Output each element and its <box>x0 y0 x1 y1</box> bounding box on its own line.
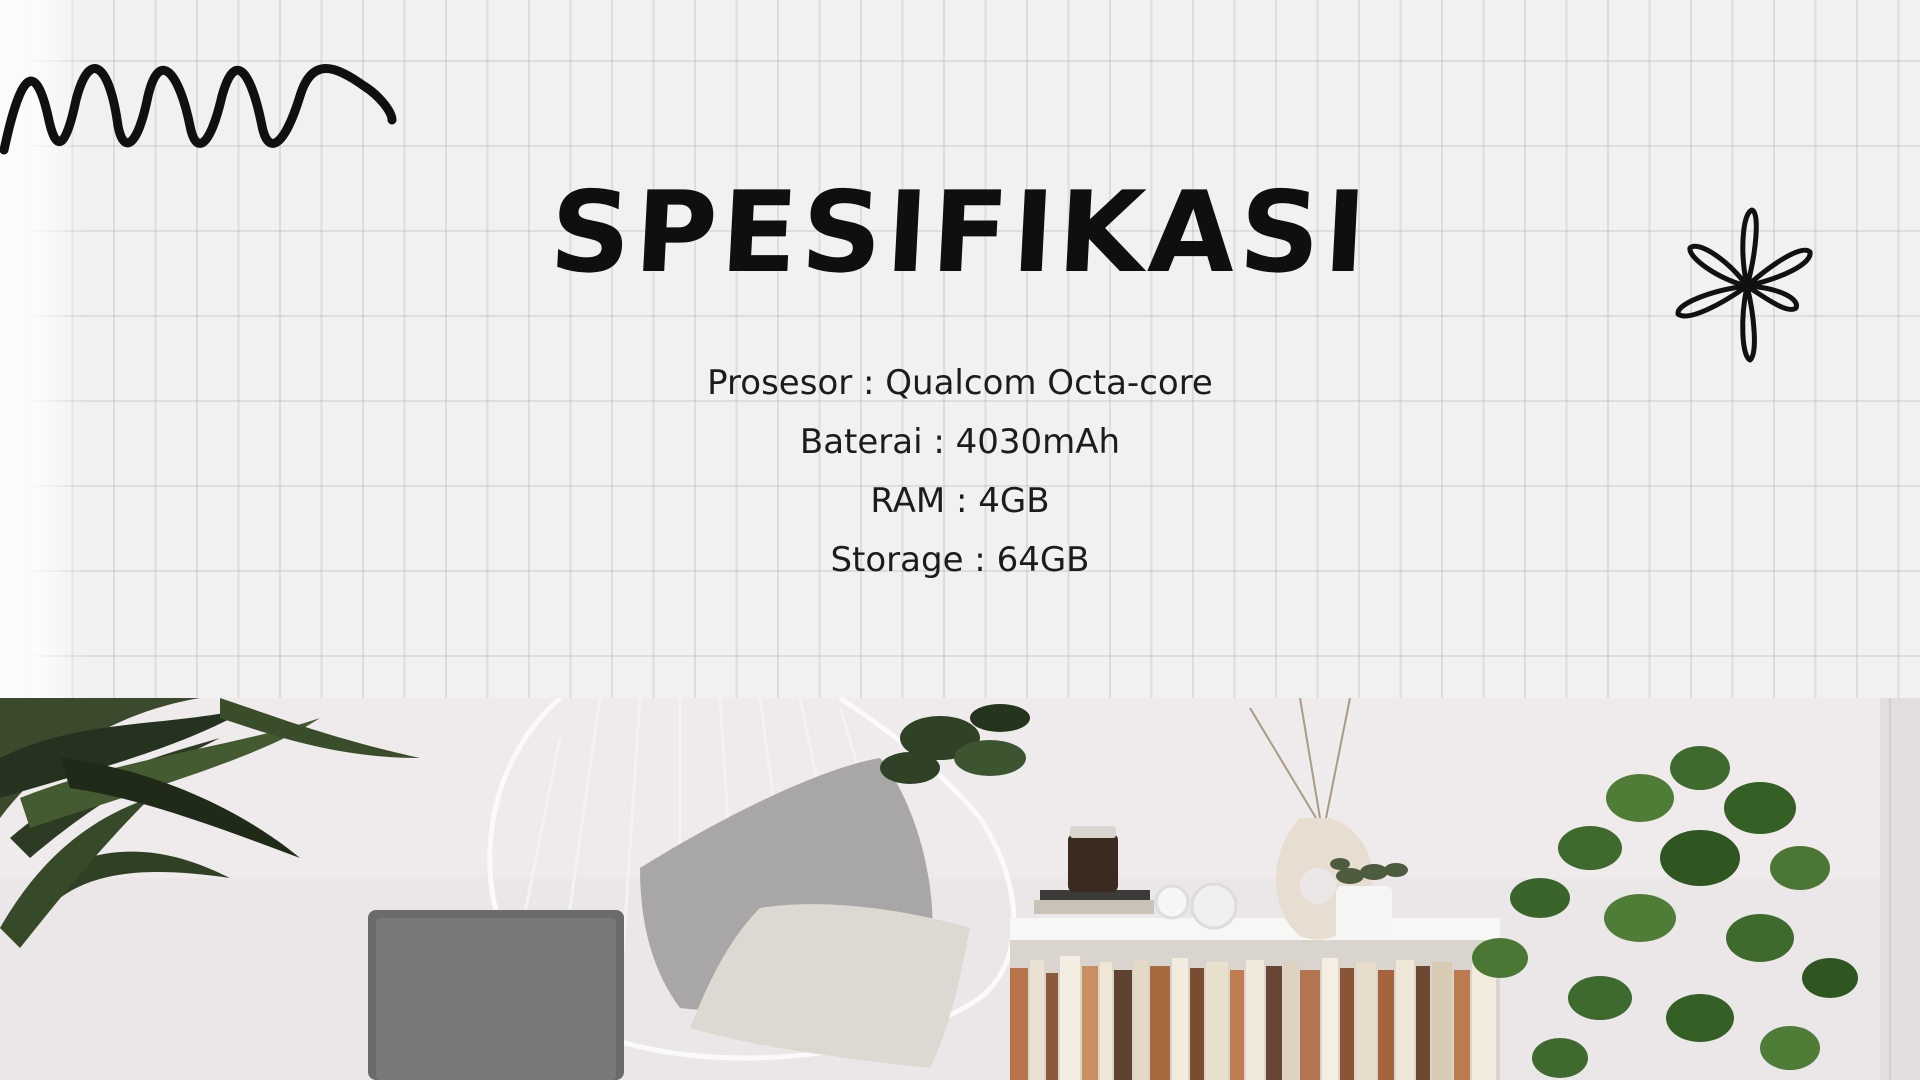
spec-list: Prosesor : Qualcom Octa-core Baterai : 4… <box>0 354 1920 590</box>
zigzag-doodle-icon <box>0 64 397 155</box>
candle-jar <box>1068 834 1118 892</box>
shelf <box>1010 918 1500 940</box>
spec-processor: Prosesor : Qualcom Octa-core <box>707 363 1213 403</box>
room-photo <box>0 698 1920 1080</box>
succulent-pot <box>1336 886 1392 940</box>
slide: SPESIFIKASI Prosesor : Qualcom Octa-core… <box>0 0 1920 1080</box>
spec-battery: Baterai : 4030mAh <box>799 422 1121 462</box>
books <box>1010 956 1496 1080</box>
slide-title: SPESIFIKASI <box>546 168 1374 298</box>
spec-storage: Storage : 64GB <box>830 540 1090 580</box>
room-photo-illustration <box>0 698 1920 1080</box>
spec-ram: RAM : 4GB <box>870 481 1050 521</box>
notebooks <box>1034 900 1154 914</box>
headphones <box>1190 882 1238 930</box>
